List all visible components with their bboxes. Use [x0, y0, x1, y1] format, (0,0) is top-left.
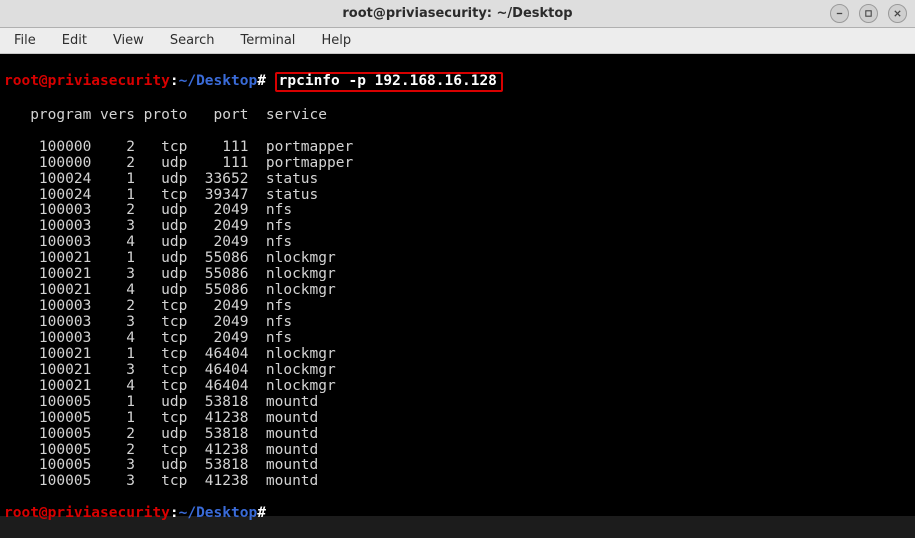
- table-row: 100021 4 tcp 46404 nlockmgr: [4, 379, 911, 395]
- menu-terminal[interactable]: Terminal: [232, 31, 303, 50]
- table-row: 100024 1 udp 33652 status: [4, 172, 911, 188]
- maximize-button[interactable]: [859, 4, 878, 23]
- prompt-path: ~/Desktop: [179, 505, 258, 521]
- minimize-icon: [835, 9, 844, 18]
- window-controls: [830, 4, 907, 23]
- table-row: 100003 3 tcp 2049 nfs: [4, 315, 911, 331]
- table-row: 100021 3 tcp 46404 nlockmgr: [4, 363, 911, 379]
- menubar: File Edit View Search Terminal Help: [0, 28, 915, 54]
- table-row: 100005 2 tcp 41238 mountd: [4, 443, 911, 459]
- menu-file[interactable]: File: [6, 31, 44, 50]
- table-row: 100003 4 tcp 2049 nfs: [4, 331, 911, 347]
- prompt-line-1: root@priviasecurity:~/Desktop# rpcinfo -…: [4, 72, 911, 92]
- menu-view[interactable]: View: [105, 31, 152, 50]
- table-row: 100005 3 udp 53818 mountd: [4, 458, 911, 474]
- table-row: 100000 2 tcp 111 portmapper: [4, 140, 911, 156]
- table-row: 100021 3 udp 55086 nlockmgr: [4, 267, 911, 283]
- close-icon: [893, 9, 902, 18]
- table-row: 100024 1 tcp 39347 status: [4, 188, 911, 204]
- table-row: 100021 1 tcp 46404 nlockmgr: [4, 347, 911, 363]
- table-row: 100003 2 tcp 2049 nfs: [4, 299, 911, 315]
- highlighted-command: rpcinfo -p 192.168.16.128: [275, 72, 503, 92]
- table-row: 100005 1 tcp 41238 mountd: [4, 411, 911, 427]
- table-row: 100000 2 udp 111 portmapper: [4, 156, 911, 172]
- table-row: 100005 3 tcp 41238 mountd: [4, 474, 911, 490]
- table-row: 100003 2 udp 2049 nfs: [4, 203, 911, 219]
- prompt-user: root@priviasecurity: [4, 505, 170, 521]
- table-row: 100021 1 udp 55086 nlockmgr: [4, 251, 911, 267]
- table-row: 100005 1 udp 53818 mountd: [4, 395, 911, 411]
- prompt-colon: :: [170, 73, 179, 89]
- titlebar: root@priviasecurity: ~/Desktop: [0, 0, 915, 28]
- table-row: 100003 3 udp 2049 nfs: [4, 219, 911, 235]
- terminal-area[interactable]: root@priviasecurity:~/Desktop# rpcinfo -…: [0, 54, 915, 516]
- table-body: 100000 2 tcp 111 portmapper 100000 2 udp…: [4, 140, 911, 491]
- window-title: root@priviasecurity: ~/Desktop: [342, 6, 572, 21]
- table-row: 100005 2 udp 53818 mountd: [4, 427, 911, 443]
- menu-help[interactable]: Help: [313, 31, 359, 50]
- menu-search[interactable]: Search: [162, 31, 223, 50]
- prompt-hash: #: [257, 73, 266, 89]
- table-row: 100021 4 udp 55086 nlockmgr: [4, 283, 911, 299]
- prompt-user: root@priviasecurity: [4, 73, 170, 89]
- table-header: program vers proto port service: [4, 108, 911, 124]
- maximize-icon: [864, 9, 873, 18]
- menu-edit[interactable]: Edit: [54, 31, 95, 50]
- prompt-colon: :: [170, 505, 179, 521]
- prompt-hash: #: [257, 505, 266, 521]
- table-row: 100003 4 udp 2049 nfs: [4, 235, 911, 251]
- prompt-line-2: root@priviasecurity:~/Desktop#: [4, 506, 911, 522]
- close-button[interactable]: [888, 4, 907, 23]
- minimize-button[interactable]: [830, 4, 849, 23]
- prompt-path: ~/Desktop: [179, 73, 258, 89]
